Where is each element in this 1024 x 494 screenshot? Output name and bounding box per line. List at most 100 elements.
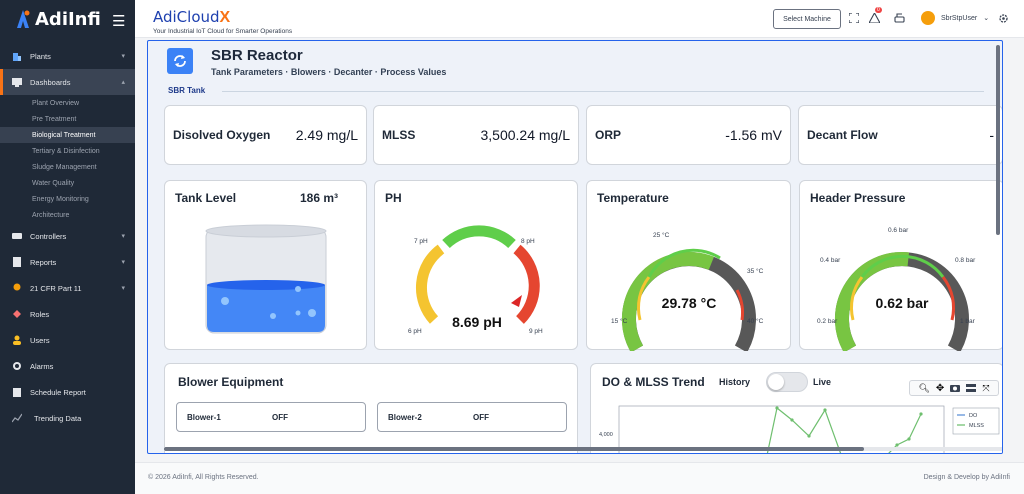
chevron-up-icon: ▴ [121, 79, 125, 86]
subnav-architecture[interactable]: Architecture [0, 207, 135, 223]
nav-item-schedule-report[interactable]: Schedule Report [0, 379, 135, 405]
nav-label: Dashboards [30, 77, 71, 87]
pressure-label-1: 1 bar [960, 318, 975, 325]
reactor-panel: SBR Reactor Tank Parameters · Blowers · … [147, 40, 1003, 454]
horizontal-scrollbar[interactable] [164, 447, 1002, 451]
kpi-value: -1.56 mV [725, 127, 782, 143]
top-bar: AdiCloudX Your Industrial IoT Cloud for … [135, 0, 1024, 38]
monitor-icon [12, 77, 22, 87]
temperature-gauge [621, 248, 756, 351]
nav-item-plants[interactable]: Plants ▾ [0, 43, 135, 69]
nav-label: Controllers [30, 231, 67, 241]
legend-do-label: DO [969, 413, 978, 419]
tank-level-card: Tank Level 186 m³ [164, 180, 367, 350]
copyright: © 2026 AdiInfi, All Rights Reserved. [148, 474, 259, 481]
pressure-label-04: 0.4 bar [820, 257, 841, 264]
trend-title: DO & MLSS Trend [602, 375, 705, 389]
nav-item-controllers[interactable]: Controllers ▾ [0, 223, 135, 249]
subnav-pre-treatment[interactable]: Pre Treatment [0, 111, 135, 127]
user-menu[interactable]: SbrStpUser ⌄ [921, 11, 989, 25]
alert-icon[interactable]: 0 [868, 7, 882, 24]
badge-icon [12, 283, 22, 293]
gear-icon[interactable] [997, 12, 1009, 24]
kpi-value: 2.49 mg/L [295, 127, 358, 143]
blower-status: OFF [272, 412, 288, 422]
camera-icon[interactable] [950, 379, 961, 397]
pan-icon[interactable]: ✥ [936, 383, 944, 394]
machine-icon[interactable] [893, 12, 905, 24]
subnav-sludge[interactable]: Sludge Management [0, 159, 135, 175]
ph-label-7: 7 pH [414, 238, 428, 245]
subnav-water-quality[interactable]: Water Quality [0, 175, 135, 191]
nav-label: 21 CFR Part 11 [30, 283, 82, 293]
nav-item-dashboards[interactable]: Dashboards ▴ [0, 69, 135, 95]
ph-value: 8.69 pH [452, 314, 502, 330]
tank-water [207, 285, 325, 332]
blower-label: Blower-1 [187, 412, 221, 422]
ph-label-8: 8 pH [521, 238, 535, 245]
subnav-energy[interactable]: Energy Monitoring [0, 191, 135, 207]
live-label: Live [813, 377, 832, 387]
nav-label: Reports [30, 257, 57, 267]
tank-value: 186 m³ [300, 191, 339, 205]
subnav-biological-treatment[interactable]: Biological Treatment [0, 127, 135, 143]
blower-label: Blower-2 [388, 412, 422, 422]
fullscreen-icon[interactable] [848, 12, 860, 24]
mlss-point [823, 408, 827, 412]
tank-graphic [205, 224, 327, 334]
layers-icon[interactable] [966, 379, 977, 397]
scroll-thumb[interactable] [164, 447, 864, 451]
nav-label: Users [30, 335, 50, 345]
schedule-icon [12, 387, 22, 397]
mlss-point [775, 406, 779, 410]
footer: © 2026 AdiInfi, All Rights Reserved. Des… [135, 462, 1024, 494]
alarm-icon [12, 361, 22, 371]
mlss-point [919, 412, 923, 416]
reset-zoom-icon[interactable]: ⤧ [982, 383, 989, 394]
temperature-label-15: 15 °C [611, 318, 628, 325]
blower-2-box[interactable]: Blower-2 OFF [377, 402, 567, 432]
refresh-icon[interactable] [167, 48, 193, 74]
menu-toggle-icon[interactable]: ☰ [112, 12, 125, 30]
zoom-icon[interactable]: 🔍︎ [918, 383, 929, 394]
ph-arc-red [513, 244, 540, 324]
history-live-toggle[interactable] [766, 372, 808, 392]
building-icon [12, 51, 22, 61]
ph-needle-marker [511, 295, 522, 307]
vertical-scrollbar[interactable] [996, 45, 1000, 235]
brand-tagline: Your Industrial IoT Cloud for Smarter Op… [153, 28, 293, 35]
nav-item-reports[interactable]: Reports ▾ [0, 249, 135, 275]
section-divider [222, 91, 984, 92]
subnav-tertiary[interactable]: Tertiary & Disinfection [0, 143, 135, 159]
kpi-card-orp: ORP -1.56 mV [586, 105, 791, 165]
nav-label: Alarms [30, 361, 54, 371]
ph-label-6: 6 pH [408, 328, 422, 335]
nav-item-alarms[interactable]: Alarms [0, 353, 135, 379]
kpi-label: Disolved Oxygen [173, 128, 271, 142]
blower-1-box[interactable]: Blower-1 OFF [176, 402, 366, 432]
brand-x: X [219, 9, 231, 26]
kpi-label: Decant Flow [807, 128, 878, 142]
roles-icon [12, 309, 22, 319]
kpi-value: 3,500.24 mg/L [480, 127, 570, 143]
section-label: SBR Tank [168, 86, 206, 95]
temperature-value: 29.78 °C [661, 295, 717, 311]
page-title: SBR Reactor [211, 47, 303, 64]
page-subtitle: Tank Parameters · Blowers · Decanter · P… [211, 67, 447, 77]
ph-label-9: 9 pH [529, 328, 543, 335]
kpi-value: - [989, 127, 994, 143]
ph-card: PH 7 pH 8 pH 6 pH 9 pH 8.69 pH [374, 180, 578, 350]
tank-title: Tank Level [175, 191, 237, 205]
kpi-label: ORP [595, 128, 622, 142]
nav-item-users[interactable]: Users [0, 327, 135, 353]
history-label: History [719, 377, 751, 387]
nav-item-roles[interactable]: Roles [0, 301, 135, 327]
main-content: SBR Reactor Tank Parameters · Blowers · … [135, 38, 1024, 462]
nav-item-21cfr[interactable]: 21 CFR Part 11 ▾ [0, 275, 135, 301]
chart-toolbar: 🔍︎ ✥ ⤧ [909, 380, 999, 396]
subnav-plant-overview[interactable]: Plant Overview [0, 95, 135, 111]
nav-item-trending-data[interactable]: Trending Data [0, 405, 135, 431]
header-pressure-card: Header Pressure 0.6 bar 0.4 bar 0.8 bar … [799, 180, 1002, 351]
select-machine-button[interactable]: Select Machine [773, 9, 841, 29]
blower-title: Blower Equipment [178, 375, 284, 389]
